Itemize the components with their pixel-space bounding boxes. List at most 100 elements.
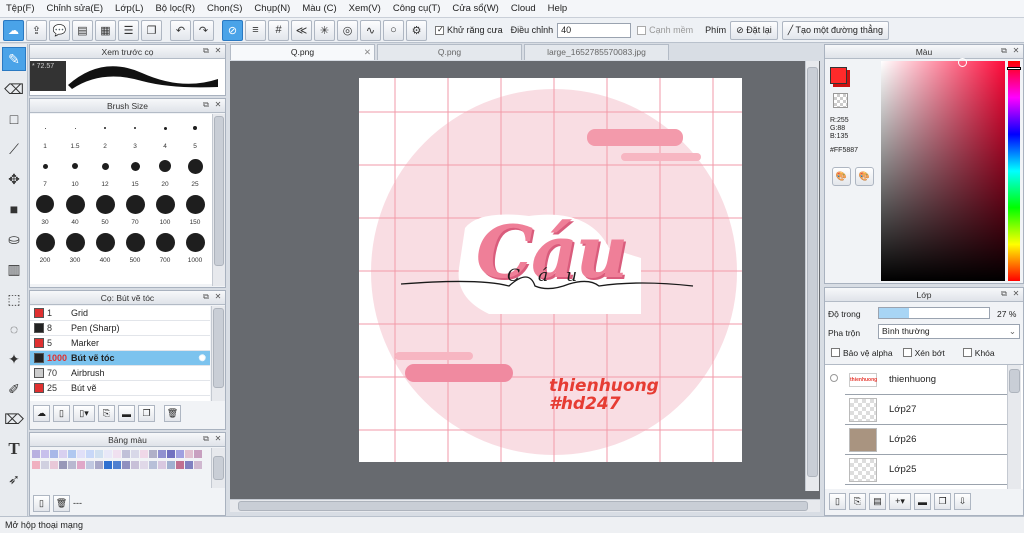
snap-circle-icon[interactable]: ◎ — [337, 19, 358, 41]
operation-tool-icon[interactable]: ➶ — [2, 467, 26, 491]
brush-size-option[interactable]: 5 — [180, 114, 210, 150]
brush-size-option[interactable]: 50 — [90, 190, 120, 226]
brush-size-option[interactable]: 30 — [30, 190, 60, 226]
tab-document-3[interactable]: large_1652785570083.jpg — [524, 44, 669, 60]
palette-swatch[interactable] — [68, 461, 76, 469]
brush-list-item[interactable]: 1 Grid — [30, 306, 210, 321]
popout-icon[interactable]: ⧉ — [999, 46, 1009, 56]
palette-swatch[interactable] — [185, 450, 193, 458]
brush-size-option[interactable]: 200 — [30, 228, 60, 264]
close-icon[interactable]: ✕ — [213, 292, 223, 302]
rectangle-tool-icon[interactable]: □ — [2, 107, 26, 131]
palette-swatch[interactable] — [32, 450, 40, 458]
blend-mode-select[interactable]: Bình thường ⌄ — [878, 324, 1020, 339]
palette-swatch[interactable] — [131, 450, 139, 458]
palette-swatch[interactable] — [158, 461, 166, 469]
palette-swatch[interactable] — [149, 450, 157, 458]
tab-document-2[interactable]: Q.png — [377, 44, 522, 60]
brush-size-option[interactable]: 4 — [150, 114, 180, 150]
palette-swatch[interactable] — [41, 461, 49, 469]
palette-swatch[interactable] — [167, 450, 175, 458]
snap-ellipse-icon[interactable]: ○ — [383, 19, 404, 41]
brush-menu-icon[interactable]: ▯▾ — [73, 405, 95, 422]
menu-tools[interactable]: Công cụ(T) — [387, 0, 447, 18]
tab-document-1[interactable]: Q.png ✕ — [230, 44, 375, 60]
layer-folder-icon[interactable]: ▬ — [914, 493, 931, 510]
opacity-slider[interactable] — [878, 307, 990, 319]
folder-icon[interactable]: ▬ — [118, 405, 135, 422]
move-tool-icon[interactable]: ✥ — [2, 167, 26, 191]
share-icon[interactable]: ⇪ — [26, 19, 47, 41]
brush-size-option[interactable]: 1.5 — [60, 114, 90, 150]
menu-window[interactable]: Cửa sổ(W) — [446, 0, 504, 18]
palette-swatch[interactable] — [41, 450, 49, 458]
snap-off-icon[interactable]: ⊘ — [222, 19, 243, 41]
brush-list-item[interactable]: 1000 Bút vẽ tóc ✺ — [30, 351, 210, 366]
canvas-workspace[interactable]: Cáu Cáu thienhuong #hd247 — [230, 61, 820, 512]
menu-layer[interactable]: Lớp(L) — [109, 0, 149, 18]
menu-color[interactable]: Màu (C) — [296, 0, 342, 18]
text-tool-icon[interactable]: T — [2, 437, 26, 461]
palette-swatch[interactable] — [104, 461, 112, 469]
main-color-swatch[interactable] — [830, 67, 847, 84]
menu-help[interactable]: Help — [542, 0, 574, 18]
brush-size-option[interactable]: 1 — [30, 114, 60, 150]
lock-checkbox[interactable] — [962, 348, 972, 357]
palette-swatch[interactable] — [77, 461, 85, 469]
palette-swatch[interactable] — [50, 450, 58, 458]
snap-perspective-icon[interactable]: ≪ — [291, 19, 312, 41]
palette-swatch[interactable] — [77, 450, 85, 458]
popout-icon[interactable]: ⧉ — [201, 46, 211, 56]
hue-slider[interactable] — [1007, 61, 1021, 281]
palette-swatch[interactable] — [194, 461, 202, 469]
popout-icon[interactable]: ⧉ — [201, 434, 211, 444]
correction-input[interactable]: 40 — [557, 22, 632, 38]
menu-view[interactable]: Xem(V) — [343, 0, 387, 18]
palette-swatch[interactable] — [176, 450, 184, 458]
palette-swatch[interactable] — [158, 450, 166, 458]
workspace-h-scrollbar[interactable] — [230, 499, 820, 512]
grid-icon[interactable]: ▦ — [95, 19, 116, 41]
copy-brush-icon[interactable]: ⎘ — [98, 405, 115, 422]
menu-select[interactable]: Chọn(S) — [201, 0, 248, 18]
palette-swatch[interactable] — [95, 450, 103, 458]
brush-size-option[interactable]: 700 — [150, 228, 180, 264]
layer-row[interactable]: Lớp26 — [845, 425, 1007, 455]
brush-size-option[interactable]: 20 — [150, 152, 180, 188]
snap-curve-icon[interactable]: ∿ — [360, 19, 381, 41]
brush-size-option[interactable]: 25 — [180, 152, 210, 188]
close-icon[interactable]: ✕ — [1011, 46, 1021, 56]
brush-size-option[interactable]: 2 — [90, 114, 120, 150]
brush-size-option[interactable]: 40 — [60, 190, 90, 226]
new-palette-icon[interactable]: ▯ — [33, 495, 50, 512]
layer-settings-icon[interactable]: ▤ — [869, 493, 886, 510]
brush-list-item[interactable]: 25 Bút vẽ — [30, 381, 210, 396]
undo-icon[interactable]: ↶ — [170, 19, 191, 41]
smooth-checkbox[interactable] — [637, 25, 647, 35]
palette-swatch[interactable] — [50, 461, 58, 469]
palette-swatch[interactable] — [59, 461, 67, 469]
workspace-v-scrollbar[interactable] — [805, 61, 819, 491]
select-rect-tool-icon[interactable]: ⬚ — [2, 287, 26, 311]
palette-swatch[interactable] — [68, 450, 76, 458]
brush-size-option[interactable]: 500 — [120, 228, 150, 264]
settings-icon[interactable]: ⚙ — [406, 19, 427, 41]
snap-lines-icon[interactable]: ≡ — [245, 19, 266, 41]
palette-swatch[interactable] — [140, 450, 148, 458]
transparent-color-swatch[interactable] — [833, 93, 848, 108]
brush-size-option[interactable]: 15 — [120, 152, 150, 188]
brush-size-option[interactable]: 100 — [150, 190, 180, 226]
brush-list-scrollbar[interactable] — [211, 306, 225, 401]
fill-rect-tool-icon[interactable]: ■ — [2, 197, 26, 221]
magic-wand-tool-icon[interactable]: ✦ — [2, 347, 26, 371]
cloud-icon[interactable]: ☁ — [3, 19, 24, 41]
straight-line-button[interactable]: ╱ Tạo một đường thẳng — [781, 20, 889, 40]
close-icon[interactable]: ✕ — [213, 46, 223, 56]
brush-size-option[interactable]: 400 — [90, 228, 120, 264]
palette-swatch[interactable] — [149, 461, 157, 469]
popout-icon[interactable]: ⧉ — [201, 292, 211, 302]
palette-swatch[interactable] — [86, 461, 94, 469]
merge-layer-icon[interactable]: ⇩ — [954, 493, 971, 510]
copy-icon[interactable]: ❐ — [141, 19, 162, 41]
layer-row[interactable]: Lớp25 — [845, 455, 1007, 485]
